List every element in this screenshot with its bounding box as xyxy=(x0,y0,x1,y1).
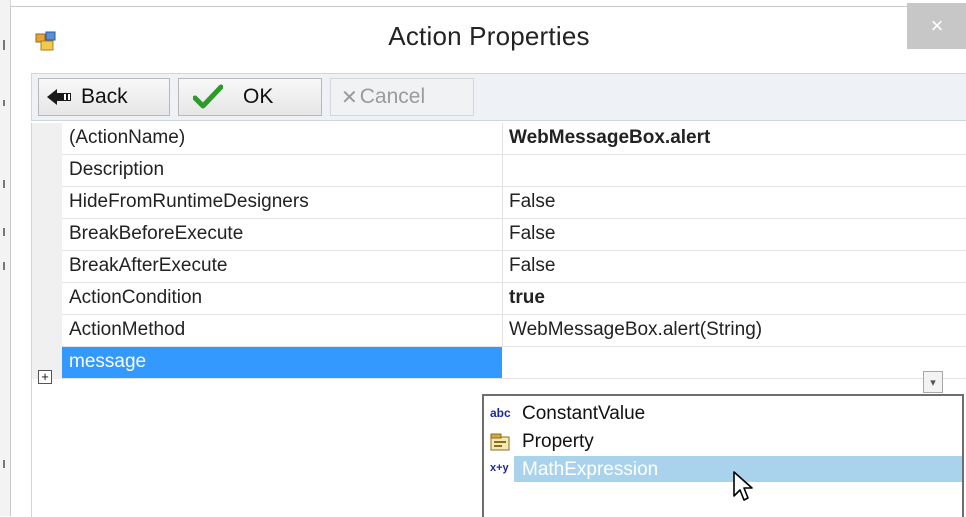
back-button[interactable]: Back xyxy=(38,78,170,116)
property-name: ActionCondition xyxy=(69,287,203,308)
cancel-button[interactable]: ✕ Cancel xyxy=(330,78,474,116)
back-arrow-icon xyxy=(47,88,73,106)
grid-margin xyxy=(32,123,62,379)
action-properties-dialog: Action Properties × Back OK ✕ Cancel (Ac… xyxy=(10,3,966,517)
chevron-down-icon: ▾ xyxy=(930,376,936,389)
title-bar: Action Properties × xyxy=(11,3,966,77)
dropdown-item-constant-value[interactable]: abc ConstantValue xyxy=(484,400,962,428)
property-icon xyxy=(490,433,512,457)
ok-button[interactable]: OK xyxy=(178,78,322,116)
property-row-action-method[interactable]: ActionMethod WebMessageBox.alert(String) xyxy=(62,315,966,347)
property-value: False xyxy=(509,191,556,212)
property-row-description[interactable]: Description xyxy=(62,155,966,187)
property-name: ActionMethod xyxy=(69,319,186,340)
property-row-break-before-execute[interactable]: BreakBeforeExecute False xyxy=(62,219,966,251)
property-name: HideFromRuntimeDesigners xyxy=(69,191,309,212)
property-row-action-condition[interactable]: ActionCondition true xyxy=(62,283,966,315)
abc-icon: abc xyxy=(490,406,511,420)
expand-icon[interactable]: + xyxy=(38,370,52,384)
close-button[interactable]: × xyxy=(907,3,966,49)
dropdown-button[interactable]: ▾ xyxy=(923,371,943,393)
property-name: BreakBeforeExecute xyxy=(69,223,244,244)
toolbar: Back OK ✕ Cancel xyxy=(31,73,966,121)
property-row-message[interactable]: message xyxy=(62,347,966,379)
cancel-label: Cancel xyxy=(359,85,426,108)
dropdown-item-label: ConstantValue xyxy=(522,403,646,424)
back-label: Back xyxy=(81,85,128,108)
property-value: WebMessageBox.alert xyxy=(509,127,711,148)
property-name: Description xyxy=(69,159,165,180)
ok-label: OK xyxy=(243,85,274,108)
property-value: WebMessageBox.alert(String) xyxy=(509,319,763,340)
dropdown-item-label: MathExpression xyxy=(522,459,659,480)
checkmark-icon xyxy=(193,84,223,110)
window-title: Action Properties xyxy=(388,21,590,51)
mouse-cursor-icon xyxy=(732,470,756,510)
math-expression-icon: x+y xyxy=(490,462,509,474)
x-icon: ✕ xyxy=(341,86,358,109)
property-row-action-name[interactable]: (ActionName) WebMessageBox.alert xyxy=(62,123,966,155)
property-value: False xyxy=(509,255,556,276)
property-value: False xyxy=(509,223,556,244)
property-row-break-after-execute[interactable]: BreakAfterExecute False xyxy=(62,251,966,283)
property-row-hide-from-runtime-designers[interactable]: HideFromRuntimeDesigners False xyxy=(62,187,966,219)
value-type-dropdown-list: abc ConstantValue Property x+y MathExpre… xyxy=(482,394,964,517)
property-name: BreakAfterExecute xyxy=(69,255,228,276)
property-name: message xyxy=(69,351,147,372)
dropdown-item-label: Property xyxy=(522,431,594,452)
property-grid: (ActionName) WebMessageBox.alert Descrip… xyxy=(31,123,966,517)
property-name: (ActionName) xyxy=(69,127,186,148)
property-value: true xyxy=(509,287,545,308)
dropdown-item-math-expression[interactable]: x+y MathExpression xyxy=(484,456,962,501)
dropdown-item-property[interactable]: Property xyxy=(484,428,962,456)
close-icon: × xyxy=(930,13,944,38)
